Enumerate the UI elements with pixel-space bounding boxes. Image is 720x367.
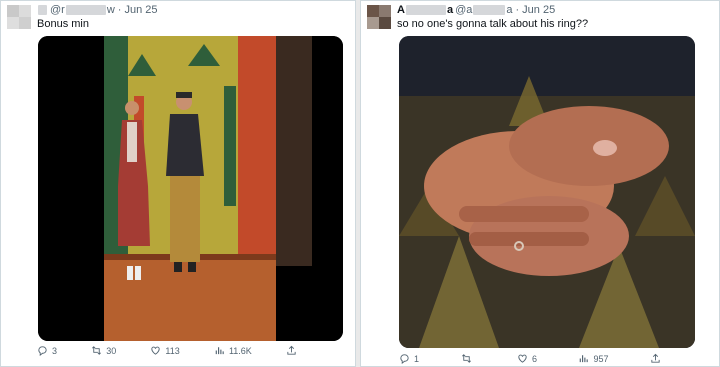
tweet-header: A a @a a · Jun 25 <box>397 4 555 16</box>
tweet-image[interactable] <box>399 36 695 348</box>
tweet-date[interactable]: Jun 25 <box>522 4 555 16</box>
like-button[interactable]: 6 <box>517 353 537 364</box>
views-button[interactable]: 957 <box>578 353 609 364</box>
tweet-video[interactable] <box>38 36 343 341</box>
hands-photo <box>399 36 695 348</box>
tweet-card-1[interactable]: @r w · Jun 25 Bonus min 3 30 113 11.6K <box>0 0 356 367</box>
views-count: 11.6K <box>228 345 252 356</box>
retweet-icon <box>461 354 471 363</box>
tweet-actions: 1 6 957 <box>399 353 661 364</box>
tweet-text: Bonus min <box>37 18 89 30</box>
redacted-name <box>405 5 446 15</box>
display-name-start[interactable]: A <box>397 4 405 16</box>
like-icon <box>518 354 527 363</box>
handle-start[interactable]: @r <box>50 4 65 16</box>
views-icon <box>580 355 589 363</box>
redacted-name <box>38 5 47 15</box>
retweet-button[interactable]: 30 <box>91 345 116 356</box>
share-icon <box>651 353 660 363</box>
reply-count: 1 <box>414 353 420 364</box>
reply-icon <box>38 346 47 356</box>
like-button[interactable]: 113 <box>150 345 180 356</box>
reply-count: 3 <box>52 345 58 356</box>
retweet-icon <box>92 346 102 355</box>
avatar[interactable] <box>7 5 31 29</box>
display-name-end[interactable]: a <box>447 4 453 16</box>
views-icon <box>215 347 224 355</box>
avatar[interactable] <box>367 5 391 29</box>
reply-icon <box>400 354 409 364</box>
tweet-date[interactable]: Jun 25 <box>124 4 157 16</box>
tweet-card-2[interactable]: A a @a a · Jun 25 so no one's gonna talk… <box>360 0 720 367</box>
tweet-header: @r w · Jun 25 <box>37 4 158 16</box>
share-button[interactable] <box>650 353 661 364</box>
like-icon <box>151 346 161 355</box>
retweet-button[interactable] <box>461 353 476 364</box>
handle-end[interactable]: a <box>506 4 512 16</box>
retweet-count: 30 <box>106 345 117 356</box>
tweet-actions: 3 30 113 11.6K <box>37 345 297 356</box>
reply-button[interactable]: 1 <box>399 353 419 364</box>
views-button[interactable]: 11.6K <box>214 345 252 356</box>
stage-photo <box>38 36 343 341</box>
redacted-handle <box>473 5 506 15</box>
handle-start[interactable]: @a <box>455 4 472 16</box>
redacted-handle <box>65 5 106 15</box>
like-count: 113 <box>165 345 180 356</box>
share-button[interactable] <box>286 345 297 356</box>
views-count: 957 <box>593 353 609 364</box>
share-icon <box>287 345 296 355</box>
handle-end[interactable]: w <box>107 4 115 16</box>
like-count: 6 <box>531 353 537 364</box>
tweet-text: so no one's gonna talk about his ring?? <box>397 18 589 30</box>
reply-button[interactable]: 3 <box>37 345 57 356</box>
separator: · <box>117 4 122 16</box>
separator: · <box>515 4 520 16</box>
